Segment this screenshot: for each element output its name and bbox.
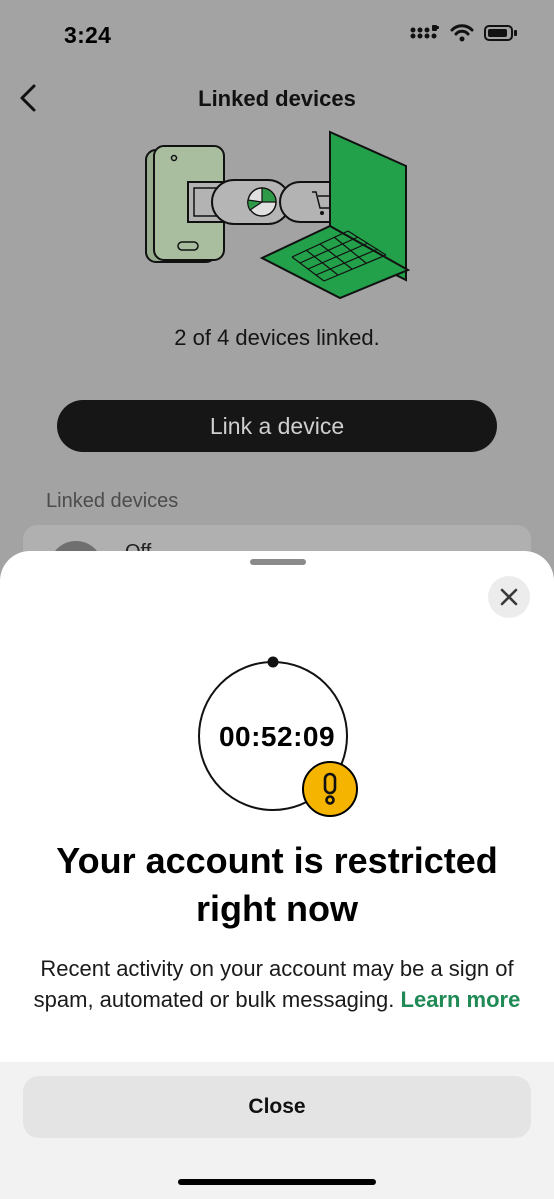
exclamation-icon xyxy=(323,772,337,805)
headline-line-2: right now xyxy=(196,888,358,929)
countdown-timer: 00:52:09 xyxy=(218,721,336,752)
restriction-sheet: 00:52:09 Your account is restricted righ… xyxy=(0,551,554,1199)
status-icons xyxy=(410,24,518,42)
page-title: Linked devices xyxy=(198,86,356,111)
headline-line-1: Your account is restricted xyxy=(56,840,498,881)
battery-icon xyxy=(484,25,517,41)
home-indicator xyxy=(178,1179,376,1185)
linked-devices-illustration xyxy=(145,130,411,300)
restriction-headline: Your account is restricted right now xyxy=(20,837,534,933)
sheet-close-button[interactable] xyxy=(488,576,530,618)
status-time: 3:24 xyxy=(64,22,112,48)
devices-linked-count: 2 of 4 devices linked. xyxy=(174,325,380,350)
signal-icon xyxy=(410,25,439,39)
link-device-button[interactable]: Link a device xyxy=(57,400,497,452)
close-icon xyxy=(500,588,518,606)
sheet-footer: Close xyxy=(0,1062,554,1199)
sheet-grabber[interactable] xyxy=(250,559,306,565)
learn-more-link[interactable]: Learn more xyxy=(401,987,521,1012)
linked-devices-header: Linked devices xyxy=(46,490,179,512)
wifi-icon xyxy=(450,24,474,42)
warning-badge xyxy=(302,761,358,817)
close-button[interactable]: Close xyxy=(23,1076,531,1138)
restriction-description: Recent activity on your account may be a… xyxy=(18,953,536,1015)
